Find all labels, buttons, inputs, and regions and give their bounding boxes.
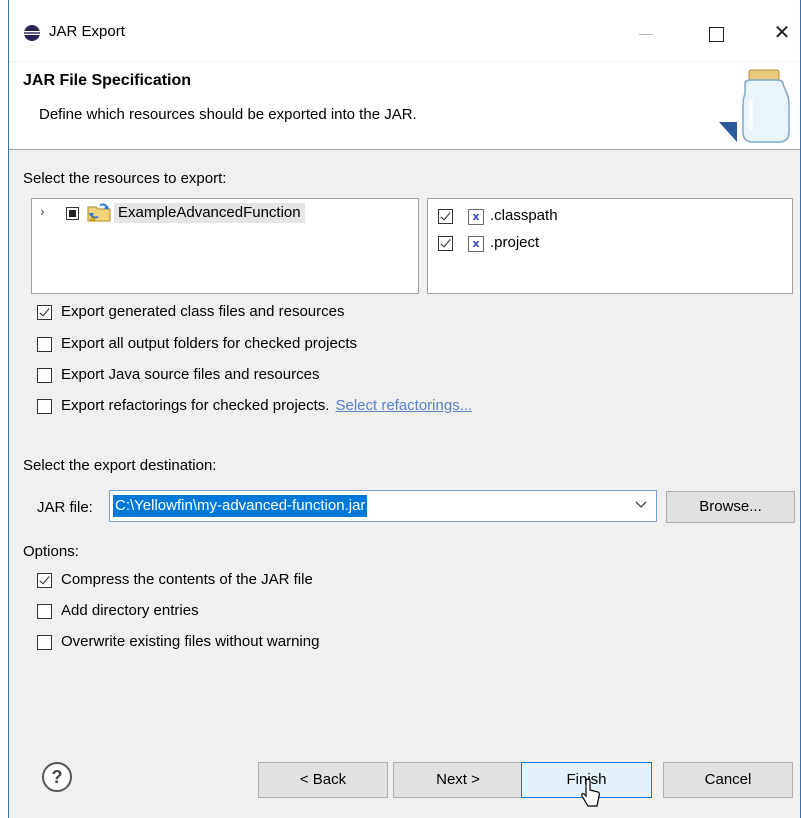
xml-file-icon: x	[468, 236, 484, 252]
jar-icon	[719, 69, 790, 143]
eclipse-app-icon	[24, 25, 40, 41]
minimize-button[interactable]	[631, 24, 661, 44]
jar-file-label: JAR file:	[37, 499, 93, 516]
checkbox[interactable]	[37, 573, 52, 588]
jar-file-combo[interactable]: C:\Yellowfin\my-advanced-function.jar	[109, 490, 657, 522]
checkbox[interactable]	[37, 399, 52, 414]
help-icon[interactable]: ?	[42, 762, 72, 792]
option-label: Overwrite existing files without warning	[61, 633, 320, 650]
back-button[interactable]: < Back	[258, 762, 388, 798]
xml-file-icon: x	[468, 209, 484, 225]
option-label: Compress the contents of the JAR file	[61, 571, 313, 588]
jar-export-dialog: JAR Export ✕ JAR File Specification Defi…	[8, 0, 801, 818]
tree-item-example-advanced-function[interactable]: › ExampleAdvancedFunction	[32, 199, 418, 225]
partial-checkbox[interactable]	[66, 207, 79, 220]
option-label: Export Java source files and resources	[61, 366, 320, 383]
option-text: Export refactorings for checked projects…	[61, 397, 330, 414]
project-checkbox[interactable]	[438, 236, 453, 251]
close-button[interactable]: ✕	[767, 20, 797, 46]
resource-tree[interactable]: › ExampleAdvancedFunction	[31, 198, 419, 294]
option-label: Export generated class files and resourc…	[61, 303, 345, 320]
wizard-banner: JAR File Specification Define which reso…	[9, 62, 800, 150]
checkbox[interactable]	[37, 305, 52, 320]
tree-item-label[interactable]: ExampleAdvancedFunction	[114, 203, 305, 223]
page-description: Define which resources should be exporte…	[39, 106, 417, 123]
resource-file-list[interactable]: x .classpath x .project	[427, 198, 793, 294]
java-project-icon	[87, 203, 111, 222]
checkbox[interactable]	[37, 368, 52, 383]
cancel-button[interactable]: Cancel	[663, 762, 793, 798]
select-refactorings-link[interactable]: Select refactorings...	[335, 397, 472, 414]
option-label: Export refactorings for checked projects…	[61, 397, 472, 414]
checkbox[interactable]	[37, 635, 52, 650]
title-bar: JAR Export ✕	[9, 0, 800, 62]
file-name: .classpath	[490, 207, 558, 224]
resources-label: Select the resources to export:	[23, 170, 227, 187]
window-title: JAR Export	[49, 23, 125, 40]
option-label: Export all output folders for checked pr…	[61, 335, 357, 352]
jar-file-path[interactable]: C:\Yellowfin\my-advanced-function.jar	[113, 495, 368, 517]
file-name: .project	[490, 234, 540, 251]
mouse-cursor-icon	[581, 778, 600, 807]
options-label: Options:	[23, 543, 79, 560]
destination-label: Select the export destination:	[23, 457, 217, 474]
chevron-right-icon[interactable]: ›	[40, 203, 45, 219]
browse-button[interactable]: Browse...	[666, 491, 795, 523]
chevron-down-icon[interactable]	[634, 497, 648, 511]
list-item[interactable]: x .classpath	[438, 205, 778, 229]
checkbox[interactable]	[37, 337, 52, 352]
option-label: Add directory entries	[61, 602, 199, 619]
next-button[interactable]: Next >	[393, 762, 523, 798]
page-title: JAR File Specification	[23, 72, 192, 89]
checkbox[interactable]	[37, 604, 52, 619]
maximize-button[interactable]	[701, 24, 731, 44]
classpath-checkbox[interactable]	[438, 209, 453, 224]
list-item[interactable]: x .project	[438, 232, 778, 256]
